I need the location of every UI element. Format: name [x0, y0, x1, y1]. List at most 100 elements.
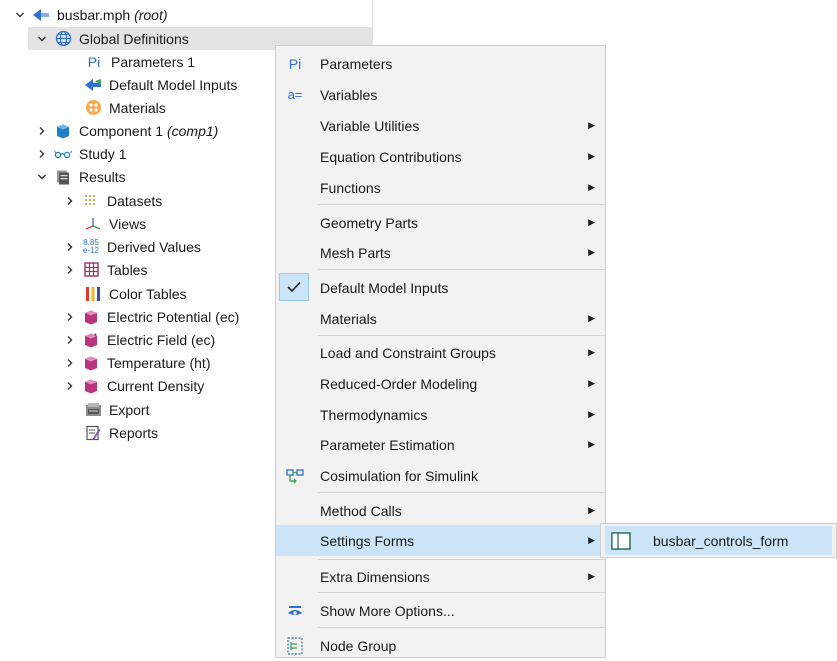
- views-axes-icon: [84, 215, 102, 233]
- study-icon: [54, 145, 72, 163]
- tree-label: Datasets: [107, 192, 163, 209]
- menu-item-extra-dimensions[interactable]: Extra Dimensions ▶: [276, 561, 605, 592]
- component-icon: [54, 122, 72, 140]
- submenu-arrow-icon: ▶: [588, 313, 595, 323]
- menu-label: Cosimulation for Simulink: [320, 467, 478, 484]
- menu-item-parameters[interactable]: Pi Parameters: [276, 48, 605, 79]
- color-tables-icon: [84, 285, 102, 303]
- menu-separator: [318, 204, 605, 205]
- derived-values-icon-bottom: e-12: [82, 245, 99, 255]
- menu-item-load-and-constraint-groups[interactable]: Load and Constraint Groups ▶: [276, 337, 605, 368]
- menu-separator: [318, 592, 605, 593]
- tree-node-parameters[interactable]: Pi Parameters 1: [84, 50, 195, 73]
- menu-label: Mesh Parts: [320, 244, 391, 261]
- chevron-right-icon[interactable]: [64, 356, 76, 370]
- chevron-right-icon[interactable]: [36, 124, 48, 138]
- tree-node-views[interactable]: Views: [84, 212, 146, 235]
- menu-label: Load and Constraint Groups: [320, 344, 496, 361]
- menu-item-node-group[interactable]: Node Group: [276, 630, 605, 661]
- submenu-arrow-icon: ▶: [588, 347, 595, 357]
- menu-item-functions[interactable]: Functions ▶: [276, 172, 605, 203]
- menu-label: Settings Forms: [320, 532, 415, 549]
- tree-node-materials[interactable]: Materials: [84, 96, 166, 119]
- menu-item-method-calls[interactable]: Method Calls ▶: [276, 495, 605, 526]
- cosimulation-icon: [282, 460, 308, 491]
- tree-node-export[interactable]: Export: [84, 398, 149, 421]
- default-model-inputs-icon: [84, 76, 102, 94]
- tree-node-reports[interactable]: Reports: [84, 421, 158, 444]
- menu-item-settings-forms[interactable]: Settings Forms ▶: [276, 525, 605, 556]
- menu-item-cosimulation-for-simulink[interactable]: Cosimulation for Simulink: [276, 460, 605, 491]
- chevron-right-icon[interactable]: [64, 379, 76, 393]
- globe-icon: [54, 30, 72, 48]
- menu-label: Variables: [320, 86, 378, 103]
- chevron-right-icon[interactable]: [64, 263, 76, 277]
- menu-separator: [318, 269, 605, 270]
- chevron-down-icon[interactable]: [14, 8, 26, 22]
- chevron-right-icon[interactable]: [64, 194, 76, 208]
- tree-node-root[interactable]: busbar.mph (root): [14, 3, 168, 26]
- menu-item-geometry-parts[interactable]: Geometry Parts ▶: [276, 207, 605, 238]
- tree-label: Derived Values: [107, 238, 201, 255]
- menu-item-variables[interactable]: a= Variables: [276, 79, 605, 110]
- menu-separator: [318, 492, 605, 493]
- submenu-arrow-icon: ▶: [588, 120, 595, 130]
- submenu-item-busbar-controls-form[interactable]: busbar_controls_form: [605, 526, 832, 555]
- menu-item-show-more-options[interactable]: Show More Options...: [276, 595, 605, 626]
- menu-label: Variable Utilities: [320, 117, 420, 134]
- tree-label: Current Density: [107, 377, 205, 394]
- tree-node-component[interactable]: Component 1 (comp1): [36, 119, 218, 142]
- chevron-right-icon[interactable]: [36, 147, 48, 161]
- submenu-label: busbar_controls_form: [653, 532, 789, 549]
- menu-item-mesh-parts[interactable]: Mesh Parts ▶: [276, 237, 605, 268]
- menu-item-equation-contributions[interactable]: Equation Contributions ▶: [276, 141, 605, 172]
- tree-label: Results: [79, 168, 126, 185]
- tree-label: Global Definitions: [79, 30, 189, 47]
- tree-label: Tables: [107, 261, 148, 278]
- menu-label: Geometry Parts: [320, 214, 419, 231]
- tree-node-study[interactable]: Study 1: [36, 142, 126, 165]
- chevron-down-icon[interactable]: [36, 32, 48, 46]
- tree-node-datasets[interactable]: Datasets: [64, 189, 162, 212]
- tree-label: Electric Field (ec): [107, 331, 216, 348]
- menu-item-parameter-estimation[interactable]: Parameter Estimation ▶: [276, 429, 605, 460]
- menu-item-materials[interactable]: Materials ▶: [276, 303, 605, 334]
- menu-label: Show More Options...: [320, 602, 455, 619]
- chevron-down-icon[interactable]: [36, 170, 48, 184]
- tree-node-temperature[interactable]: Temperature (ht): [64, 351, 210, 374]
- tree-node-electric-potential[interactable]: Electric Potential (ec): [64, 305, 239, 328]
- variables-glyph: a=: [287, 87, 303, 102]
- tree-label: Default Model Inputs: [109, 76, 238, 93]
- root-suffix: (root): [134, 6, 168, 23]
- chevron-right-icon[interactable]: [64, 240, 76, 254]
- menu-item-thermodynamics[interactable]: Thermodynamics ▶: [276, 399, 605, 430]
- menu-item-reduced-order-modeling[interactable]: Reduced-Order Modeling ▶: [276, 368, 605, 399]
- menu-separator: [318, 627, 605, 628]
- tree-node-default-model-inputs[interactable]: Default Model Inputs: [84, 73, 237, 96]
- 3d-plot-group-star-icon: *: [82, 331, 100, 349]
- tree-label: Electric Potential (ec): [107, 308, 240, 325]
- context-menu: Pi Parameters a= Variables Variable Util…: [275, 45, 606, 658]
- tree-node-electric-field[interactable]: * Electric Field (ec): [64, 328, 215, 351]
- menu-label: Default Model Inputs: [320, 279, 449, 296]
- submenu-arrow-icon: ▶: [588, 535, 595, 545]
- reports-icon: [84, 424, 102, 442]
- tree-node-current-density[interactable]: Current Density: [64, 374, 204, 397]
- submenu-arrow-icon: ▶: [588, 182, 595, 192]
- submenu-arrow-icon: ▶: [588, 378, 595, 388]
- tree-label: Export: [109, 401, 150, 418]
- chevron-right-icon[interactable]: [64, 310, 76, 324]
- menu-label: Method Calls: [320, 502, 402, 519]
- tree-node-results[interactable]: Results: [36, 165, 126, 188]
- menu-label: Parameters: [320, 55, 393, 72]
- results-icon: [54, 168, 72, 186]
- tree-node-derived-values[interactable]: 8.85 e-12 Derived Values: [64, 235, 201, 258]
- chevron-right-icon[interactable]: [64, 333, 76, 347]
- menu-label: Extra Dimensions: [320, 568, 430, 585]
- table-grid-icon: [82, 261, 100, 279]
- menu-item-default-model-inputs[interactable]: Default Model Inputs: [276, 272, 605, 303]
- component-suffix: (comp1): [166, 122, 219, 139]
- tree-node-tables[interactable]: Tables: [64, 258, 147, 281]
- tree-node-color-tables[interactable]: Color Tables: [84, 282, 187, 305]
- menu-item-variable-utilities[interactable]: Variable Utilities ▶: [276, 110, 605, 141]
